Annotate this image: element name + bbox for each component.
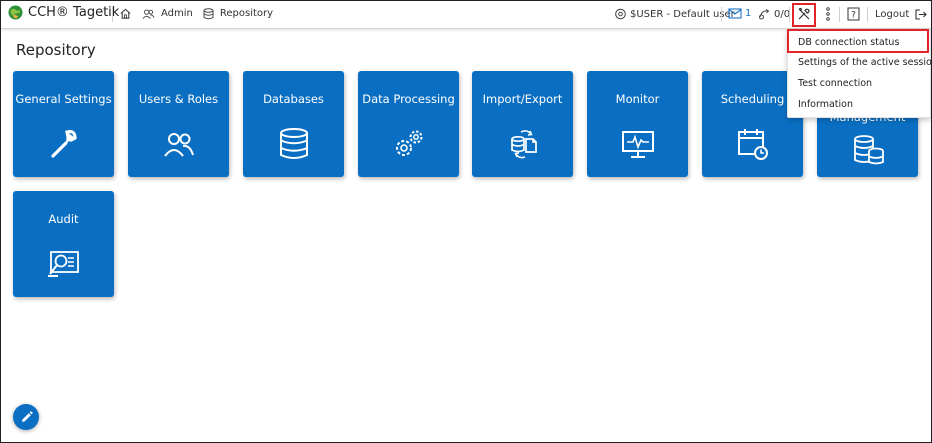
- logout-label: Logout: [875, 9, 910, 20]
- tile-data-processing[interactable]: Data Processing: [358, 71, 459, 177]
- calendar-clock-icon: [738, 129, 768, 160]
- logout-button[interactable]: Logout: [875, 9, 928, 20]
- breadcrumb-repository[interactable]: Repository: [220, 8, 273, 19]
- user-settings-icon: [615, 8, 626, 20]
- tile-monitor[interactable]: Monitor: [587, 71, 688, 177]
- divider: [789, 7, 790, 22]
- menu-item-test-connection[interactable]: Test connection: [798, 78, 872, 89]
- divider: [721, 7, 722, 22]
- brand-name: CCH® Tagetik: [28, 5, 120, 20]
- logout-icon: [915, 9, 928, 20]
- user-info[interactable]: $USER - Default user: [614, 8, 735, 20]
- menu-item-highlight: [787, 29, 929, 53]
- tile-users-roles[interactable]: Users & Roles: [128, 71, 229, 177]
- mail-icon: [728, 8, 742, 19]
- tile-label: Import/Export: [482, 92, 563, 106]
- edit-button[interactable]: [13, 404, 39, 430]
- tasks-icon: [759, 9, 770, 20]
- svg-text:?: ?: [851, 11, 856, 21]
- tile-label: Data Processing: [362, 92, 455, 106]
- top-bar: CCH® Tagetik Admin Repository $USER - De…: [1, 1, 931, 29]
- database-icon: [280, 128, 308, 159]
- brand[interactable]: CCH® Tagetik: [8, 5, 119, 20]
- tools-highlight: [792, 3, 816, 27]
- tasks-button[interactable]: 0/0: [758, 8, 790, 20]
- home-icon[interactable]: [119, 7, 132, 20]
- tile-label: Monitor: [615, 92, 660, 106]
- pencil-icon: [21, 410, 33, 422]
- tasks-count: 0/0: [774, 8, 791, 20]
- tile-databases[interactable]: Databases: [243, 71, 344, 177]
- application-window: CCH® Tagetik Admin Repository $USER - De…: [0, 0, 932, 443]
- repository-database-icon: [203, 7, 214, 19]
- tile-label: Users & Roles: [138, 92, 219, 106]
- tile-label: General Settings: [15, 92, 112, 106]
- help-button[interactable]: ?: [847, 7, 860, 21]
- mail-count: 1: [745, 8, 752, 19]
- tile-label: Databases: [263, 92, 324, 106]
- breadcrumb-admin[interactable]: Admin: [161, 8, 193, 19]
- tile-label: Audit: [48, 212, 79, 226]
- divider: [839, 7, 840, 22]
- audit-icon: [48, 251, 79, 277]
- help-icon: ?: [847, 7, 860, 21]
- breadcrumb: Admin Repository: [119, 7, 273, 20]
- user-label: $USER - Default user: [630, 8, 735, 20]
- menu-item-active-session-settings[interactable]: Settings of the active session: [798, 57, 932, 68]
- monitor-icon: [622, 131, 654, 158]
- admin-users-icon: [142, 9, 155, 19]
- page-title: Repository: [16, 41, 96, 59]
- messages-button[interactable]: 1: [728, 8, 751, 19]
- users-icon: [164, 133, 194, 157]
- tile-audit[interactable]: Audit: [13, 191, 114, 297]
- divider: [112, 7, 113, 22]
- multi-database-icon: [854, 135, 884, 165]
- tile-import-export[interactable]: Import/Export: [472, 71, 573, 177]
- wrench-icon: [51, 130, 77, 158]
- gears-icon: [396, 130, 423, 156]
- divider: [867, 7, 868, 22]
- tile-general-settings[interactable]: General Settings: [13, 71, 114, 177]
- more-options-button[interactable]: [825, 7, 831, 21]
- import-export-icon: [511, 130, 537, 159]
- menu-item-information[interactable]: Information: [798, 99, 853, 110]
- kebab-menu-icon: [826, 7, 830, 21]
- globe-logo-icon: [8, 5, 23, 20]
